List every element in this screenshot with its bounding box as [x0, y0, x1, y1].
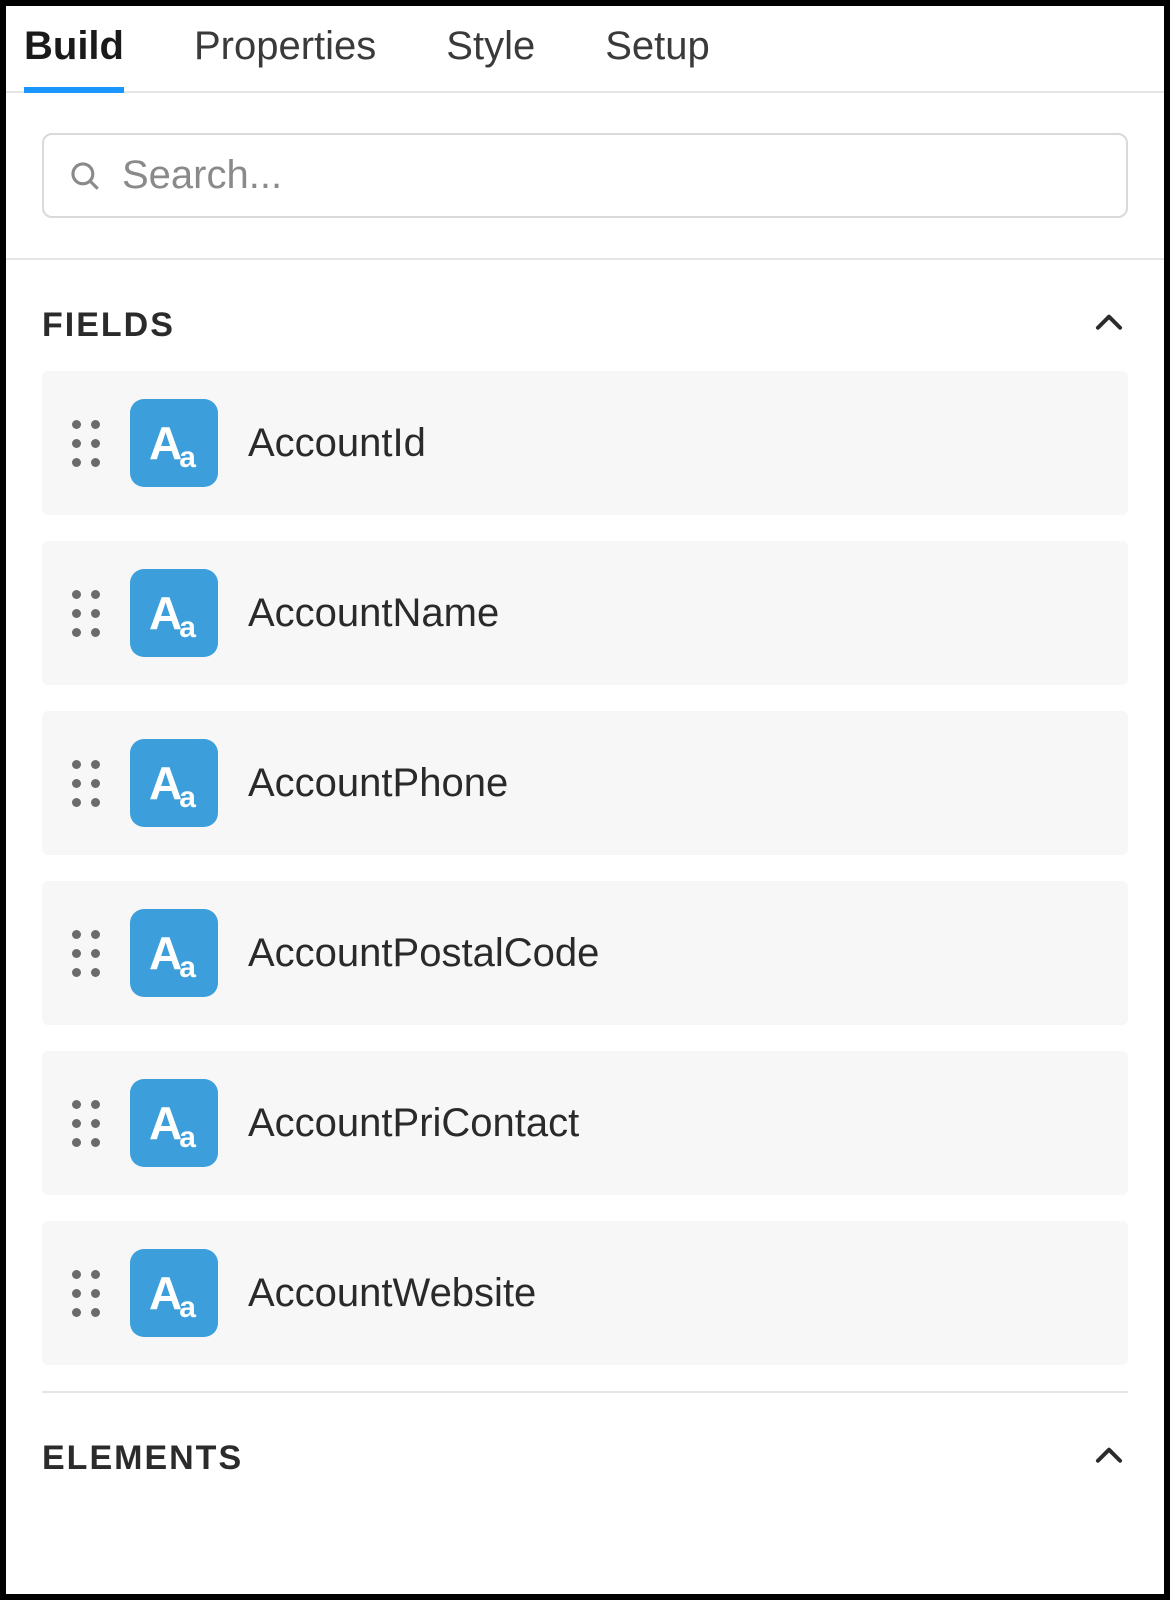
fields-section-header[interactable]: FIELDS	[6, 260, 1164, 371]
search-box[interactable]	[42, 133, 1128, 218]
text-type-icon: Aa	[130, 1079, 218, 1167]
drag-handle-icon[interactable]	[72, 760, 100, 807]
field-item[interactable]: Aa AccountId	[42, 371, 1128, 515]
tab-build[interactable]: Build	[24, 24, 124, 91]
tab-setup[interactable]: Setup	[605, 24, 710, 91]
drag-handle-icon[interactable]	[72, 930, 100, 977]
fields-list: Aa AccountId Aa AccountName Aa AccountPh…	[6, 371, 1164, 1365]
fields-section-title: FIELDS	[42, 306, 175, 345]
field-label: AccountName	[248, 591, 499, 636]
elements-section-title: ELEMENTS	[42, 1439, 243, 1478]
field-label: AccountPriContact	[248, 1101, 579, 1146]
text-type-icon: Aa	[130, 1249, 218, 1337]
tab-bar: Build Properties Style Setup	[6, 6, 1164, 93]
elements-section-header[interactable]: ELEMENTS	[6, 1393, 1164, 1504]
chevron-up-icon[interactable]	[1090, 1437, 1128, 1480]
search-container	[6, 93, 1164, 260]
tab-properties[interactable]: Properties	[194, 24, 376, 91]
field-item[interactable]: Aa AccountWebsite	[42, 1221, 1128, 1365]
search-icon	[68, 159, 102, 193]
field-item[interactable]: Aa AccountPostalCode	[42, 881, 1128, 1025]
field-label: AccountPhone	[248, 761, 508, 806]
search-input[interactable]	[122, 153, 1102, 198]
panel-frame: Build Properties Style Setup FIELDS	[0, 0, 1170, 1600]
field-item[interactable]: Aa AccountPriContact	[42, 1051, 1128, 1195]
field-label: AccountId	[248, 421, 426, 466]
chevron-up-icon[interactable]	[1090, 304, 1128, 347]
field-label: AccountPostalCode	[248, 931, 599, 976]
field-item[interactable]: Aa AccountPhone	[42, 711, 1128, 855]
text-type-icon: Aa	[130, 739, 218, 827]
drag-handle-icon[interactable]	[72, 420, 100, 467]
text-type-icon: Aa	[130, 399, 218, 487]
drag-handle-icon[interactable]	[72, 1100, 100, 1147]
field-label: AccountWebsite	[248, 1271, 536, 1316]
text-type-icon: Aa	[130, 569, 218, 657]
tab-style[interactable]: Style	[446, 24, 535, 91]
field-item[interactable]: Aa AccountName	[42, 541, 1128, 685]
drag-handle-icon[interactable]	[72, 1270, 100, 1317]
text-type-icon: Aa	[130, 909, 218, 997]
drag-handle-icon[interactable]	[72, 590, 100, 637]
